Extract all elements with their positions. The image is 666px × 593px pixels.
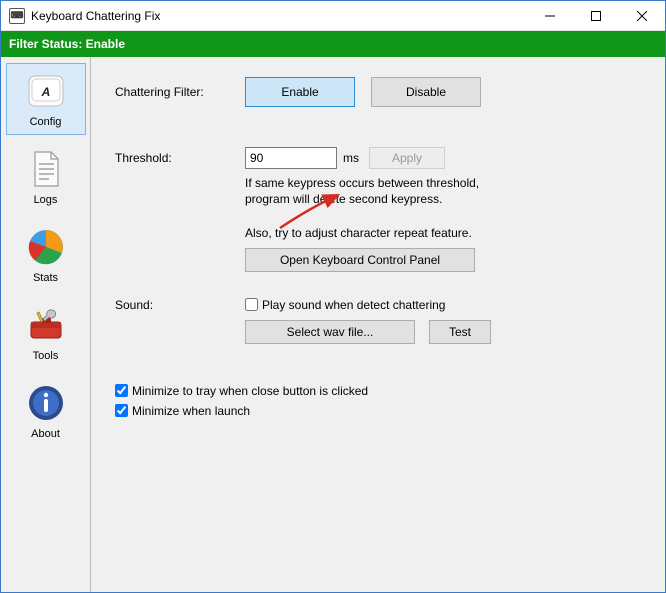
piechart-icon (25, 226, 67, 268)
minimize-launch-input[interactable] (115, 404, 128, 417)
minimize-launch-checkbox[interactable]: Minimize when launch (115, 404, 641, 418)
play-sound-input[interactable] (245, 298, 258, 311)
minimize-tray-label: Minimize to tray when close button is cl… (132, 384, 368, 398)
sidebar-item-label: Stats (7, 272, 85, 284)
sidebar-item-label: About (7, 428, 85, 440)
sidebar-item-stats[interactable]: Stats (6, 219, 86, 291)
enable-button[interactable]: Enable (245, 77, 355, 107)
repeat-hint: Also, try to adjust character repeat fea… (245, 225, 641, 241)
sidebar-item-tools[interactable]: Tools (6, 297, 86, 369)
close-icon (637, 11, 647, 21)
minimize-tray-input[interactable] (115, 384, 128, 397)
threshold-hint: If same keypress occurs between threshol… (245, 175, 641, 207)
window-title: Keyboard Chattering Fix (31, 9, 527, 23)
svg-text:A: A (40, 85, 50, 99)
sidebar-item-label: Logs (7, 194, 85, 206)
sound-row: Sound: Play sound when detect chattering (115, 298, 641, 312)
disable-button[interactable]: Disable (371, 77, 481, 107)
select-wav-button[interactable]: Select wav file... (245, 320, 415, 344)
sidebar: A Config Logs Stats Tools (1, 57, 91, 592)
threshold-hint-line2: program will delete second keypress. (245, 191, 641, 207)
open-keyboard-panel-button[interactable]: Open Keyboard Control Panel (245, 248, 475, 272)
play-sound-checkbox[interactable]: Play sound when detect chattering (245, 298, 445, 312)
sidebar-item-label: Tools (7, 350, 85, 362)
test-sound-button[interactable]: Test (429, 320, 491, 344)
minimize-tray-checkbox[interactable]: Minimize to tray when close button is cl… (115, 384, 641, 398)
titlebar: ⌨ Keyboard Chattering Fix (1, 1, 665, 31)
filter-status-text: Filter Status: Enable (9, 37, 125, 51)
app-window: ⌨ Keyboard Chattering Fix Filter Status:… (0, 0, 666, 593)
maximize-icon (591, 11, 601, 21)
threshold-row: Threshold: ms Apply (115, 147, 641, 169)
sidebar-item-label: Config (7, 116, 85, 128)
filter-status-bar: Filter Status: Enable (1, 31, 665, 57)
sidebar-item-about[interactable]: About (6, 375, 86, 447)
minimize-launch-label: Minimize when launch (132, 404, 250, 418)
filter-label: Chattering Filter: (115, 85, 245, 99)
toolbox-icon (25, 304, 67, 346)
window-controls (527, 1, 665, 30)
minimize-icon (545, 11, 555, 21)
document-icon (25, 148, 67, 190)
threshold-label: Threshold: (115, 151, 245, 165)
maximize-button[interactable] (573, 1, 619, 30)
sidebar-item-logs[interactable]: Logs (6, 141, 86, 213)
sidebar-item-config[interactable]: A Config (6, 63, 86, 135)
minimize-button[interactable] (527, 1, 573, 30)
keycap-icon: A (25, 70, 67, 112)
body: A Config Logs Stats Tools (1, 57, 665, 592)
apply-button[interactable]: Apply (369, 147, 445, 169)
threshold-input[interactable] (245, 147, 337, 169)
close-button[interactable] (619, 1, 665, 30)
threshold-unit: ms (343, 151, 359, 165)
play-sound-label: Play sound when detect chattering (262, 298, 445, 312)
content-panel: Chattering Filter: Enable Disable Thresh… (91, 57, 665, 592)
app-icon: ⌨ (9, 8, 25, 24)
filter-row: Chattering Filter: Enable Disable (115, 77, 641, 107)
info-icon (25, 382, 67, 424)
threshold-hint-line1: If same keypress occurs between threshol… (245, 175, 641, 191)
sound-label: Sound: (115, 298, 245, 312)
